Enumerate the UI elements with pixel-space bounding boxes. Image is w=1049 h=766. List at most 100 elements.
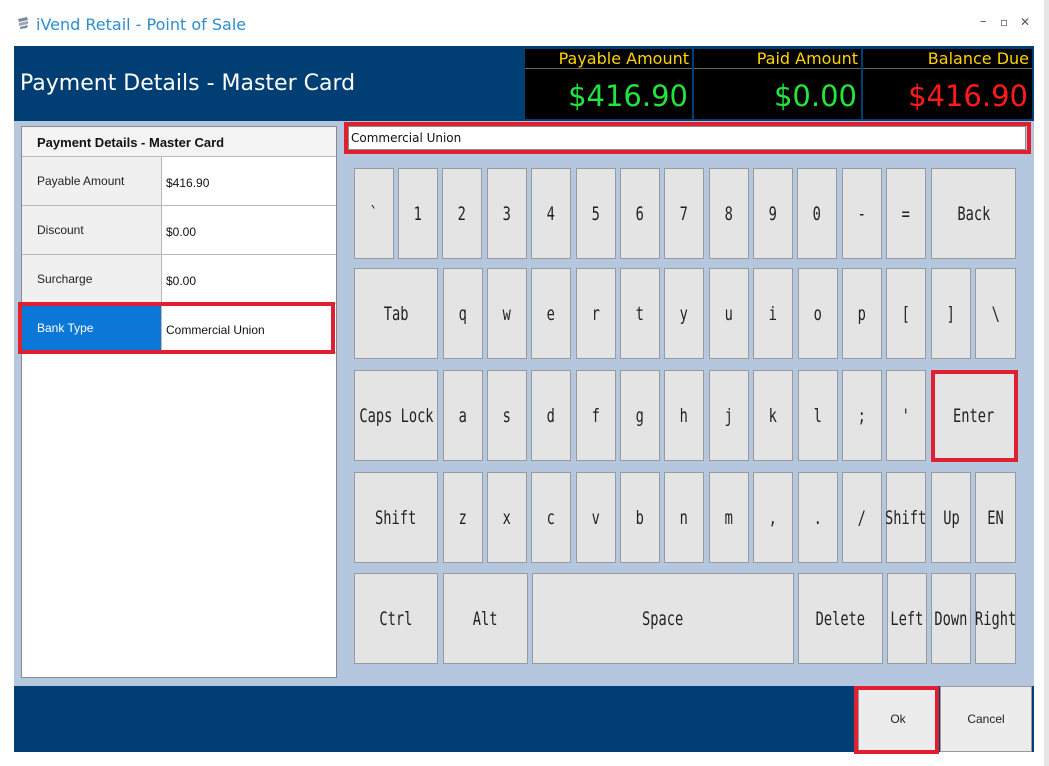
page-title: Payment Details - Master Card: [20, 71, 356, 96]
key-label: m: [724, 506, 734, 529]
payment-details-grid: Payment Details - Master Card Payable Am…: [21, 126, 337, 678]
key-f[interactable]: f: [576, 370, 616, 461]
key-label: w: [502, 302, 512, 325]
balance-due-panel: Balance Due $416.90: [863, 49, 1032, 119]
detail-value: $416.90: [166, 176, 210, 190]
key-symbol-3-8[interactable]: ,: [753, 472, 793, 563]
key-2[interactable]: 2: [442, 168, 482, 259]
payment-details-panel: Payment Details - Master Card Payable Am…: [14, 121, 344, 686]
key-back[interactable]: Back: [931, 168, 1016, 259]
key-left[interactable]: Left: [887, 573, 927, 664]
key-5[interactable]: 5: [576, 168, 616, 259]
key-symbol-0-12[interactable]: =: [886, 168, 926, 259]
key-m[interactable]: m: [709, 472, 749, 563]
detail-row-payable-amount[interactable]: Payable Amount $416.90: [22, 157, 336, 206]
key-h[interactable]: h: [664, 370, 704, 461]
key-x[interactable]: x: [487, 472, 527, 563]
key-a[interactable]: a: [443, 370, 483, 461]
key-right[interactable]: Right: [975, 573, 1016, 664]
minimize-icon[interactable]: –: [980, 14, 987, 29]
key-symbol-3-10[interactable]: /: [842, 472, 882, 563]
key-z[interactable]: z: [443, 472, 483, 563]
key-b[interactable]: b: [620, 472, 660, 563]
key-g[interactable]: g: [620, 370, 660, 461]
maximize-icon[interactable]: ▫: [1000, 15, 1008, 29]
balance-due-value: $416.90: [908, 79, 1028, 113]
balance-due-label: Balance Due: [863, 49, 1032, 69]
key-label: Right: [974, 607, 1017, 630]
key-space[interactable]: Space: [532, 573, 794, 664]
key-label: ,: [768, 506, 778, 529]
key-6[interactable]: 6: [620, 168, 660, 259]
key-c[interactable]: c: [531, 472, 571, 563]
key-symbol-1-12[interactable]: ]: [931, 268, 971, 359]
window-border: [1044, 0, 1049, 766]
key--[interactable]: -: [842, 168, 882, 259]
key-w[interactable]: w: [487, 268, 527, 359]
key-j[interactable]: j: [709, 370, 749, 461]
key-alt[interactable]: Alt: [443, 573, 528, 664]
key-symbol-1-11[interactable]: [: [886, 268, 926, 359]
key-symbol-2-10[interactable]: ;: [842, 370, 882, 461]
key-t[interactable]: t: [620, 268, 660, 359]
ok-button[interactable]: Ok: [858, 686, 938, 752]
key-symbol-0-0[interactable]: `: [354, 168, 394, 259]
key-label: o: [813, 302, 823, 325]
key-shift[interactable]: Shift: [354, 472, 438, 563]
key-q[interactable]: q: [443, 268, 483, 359]
paid-amount-value: $0.00: [773, 79, 857, 113]
key-y[interactable]: y: [664, 268, 704, 359]
key-enter[interactable]: Enter: [931, 370, 1016, 461]
key-label: Shift: [885, 506, 927, 529]
detail-row-discount[interactable]: Discount $0.00: [22, 206, 336, 255]
key-down[interactable]: Down: [931, 573, 971, 664]
key-4[interactable]: 4: [531, 168, 571, 259]
key-tab[interactable]: Tab: [354, 268, 438, 359]
keyboard-input[interactable]: Commercial Union: [348, 126, 1026, 150]
key-up[interactable]: Up: [931, 472, 971, 563]
key-label: 5: [591, 202, 601, 225]
detail-row-bank-type[interactable]: Bank Type Commercial Union: [22, 304, 336, 353]
key-symbol-2-11[interactable]: ': [886, 370, 926, 461]
key-k[interactable]: k: [753, 370, 793, 461]
key-label: a: [458, 404, 468, 427]
key-label: -: [857, 202, 867, 225]
key-shift[interactable]: Shift: [885, 472, 927, 563]
key-delete[interactable]: Delete: [798, 573, 883, 664]
key-o[interactable]: o: [798, 268, 838, 359]
key-label: ;: [857, 404, 867, 427]
key-1[interactable]: 1: [398, 168, 438, 259]
key-9[interactable]: 9: [753, 168, 793, 259]
key-label: q: [458, 302, 468, 325]
key-r[interactable]: r: [576, 268, 616, 359]
detail-value: Commercial Union: [166, 323, 265, 337]
key-l[interactable]: l: [798, 370, 838, 461]
key-label: h: [679, 404, 689, 427]
key-label: v: [591, 506, 601, 529]
key-i[interactable]: i: [753, 268, 793, 359]
key-v[interactable]: v: [576, 472, 616, 563]
key-7[interactable]: 7: [664, 168, 704, 259]
key-n[interactable]: n: [664, 472, 704, 563]
key-symbol-1-13[interactable]: \: [975, 268, 1016, 359]
key-8[interactable]: 8: [709, 168, 749, 259]
key-label: Delete: [815, 607, 866, 630]
detail-row-surcharge[interactable]: Surcharge $0.00: [22, 255, 336, 304]
key-u[interactable]: u: [709, 268, 749, 359]
key-label: 8: [724, 202, 734, 225]
key-d[interactable]: d: [531, 370, 571, 461]
key-3[interactable]: 3: [487, 168, 527, 259]
key-0[interactable]: 0: [797, 168, 837, 259]
key-en[interactable]: EN: [975, 472, 1016, 563]
payment-details-header: Payment Details - Master Card: [22, 127, 336, 157]
app-logo-icon: [18, 17, 28, 29]
key-ctrl[interactable]: Ctrl: [354, 573, 438, 664]
key-label: .: [813, 506, 823, 529]
key-e[interactable]: e: [531, 268, 571, 359]
key-p[interactable]: p: [842, 268, 882, 359]
key-s[interactable]: s: [487, 370, 527, 461]
key-symbol-3-9[interactable]: .: [798, 472, 838, 563]
key-caps-lock[interactable]: Caps Lock: [354, 370, 438, 461]
close-icon[interactable]: ✕: [1020, 15, 1030, 29]
cancel-button[interactable]: Cancel: [940, 686, 1032, 752]
